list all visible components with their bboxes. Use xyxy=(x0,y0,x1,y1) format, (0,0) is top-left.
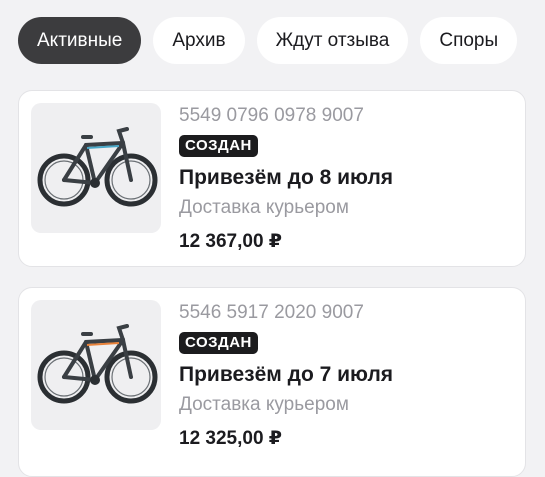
product-image xyxy=(31,300,161,430)
tab-awaiting-review[interactable]: Ждут отзыва xyxy=(256,17,409,64)
order-card[interactable]: 5549 0796 0978 9007 СОЗДАН Привезём до 8… xyxy=(18,90,526,267)
order-number: 5549 0796 0978 9007 xyxy=(179,105,364,126)
status-badge: СОЗДАН xyxy=(179,135,258,157)
order-tabs: Активные Архив Ждут отзыва Споры xyxy=(18,17,545,64)
tab-archive[interactable]: Архив xyxy=(153,17,245,64)
bicycle-icon xyxy=(37,324,158,404)
delivery-title: Привезём до 8 июля xyxy=(179,166,394,189)
delivery-title: Привезём до 7 июля xyxy=(179,363,394,386)
tab-disputes[interactable]: Споры xyxy=(420,17,518,64)
order-price: 12 325,00 ₽ xyxy=(179,428,283,449)
status-badge: СОЗДАН xyxy=(179,332,258,354)
order-price: 12 367,00 ₽ xyxy=(179,231,283,252)
order-number: 5546 5917 2020 9007 xyxy=(179,302,364,323)
bicycle-icon xyxy=(37,127,158,207)
tab-active[interactable]: Активные xyxy=(18,17,142,64)
delivery-method: Доставка курьером xyxy=(179,394,349,415)
order-card[interactable]: 5546 5917 2020 9007 СОЗДАН Привезём до 7… xyxy=(18,287,526,477)
product-image xyxy=(31,103,161,233)
delivery-method: Доставка курьером xyxy=(179,197,349,218)
